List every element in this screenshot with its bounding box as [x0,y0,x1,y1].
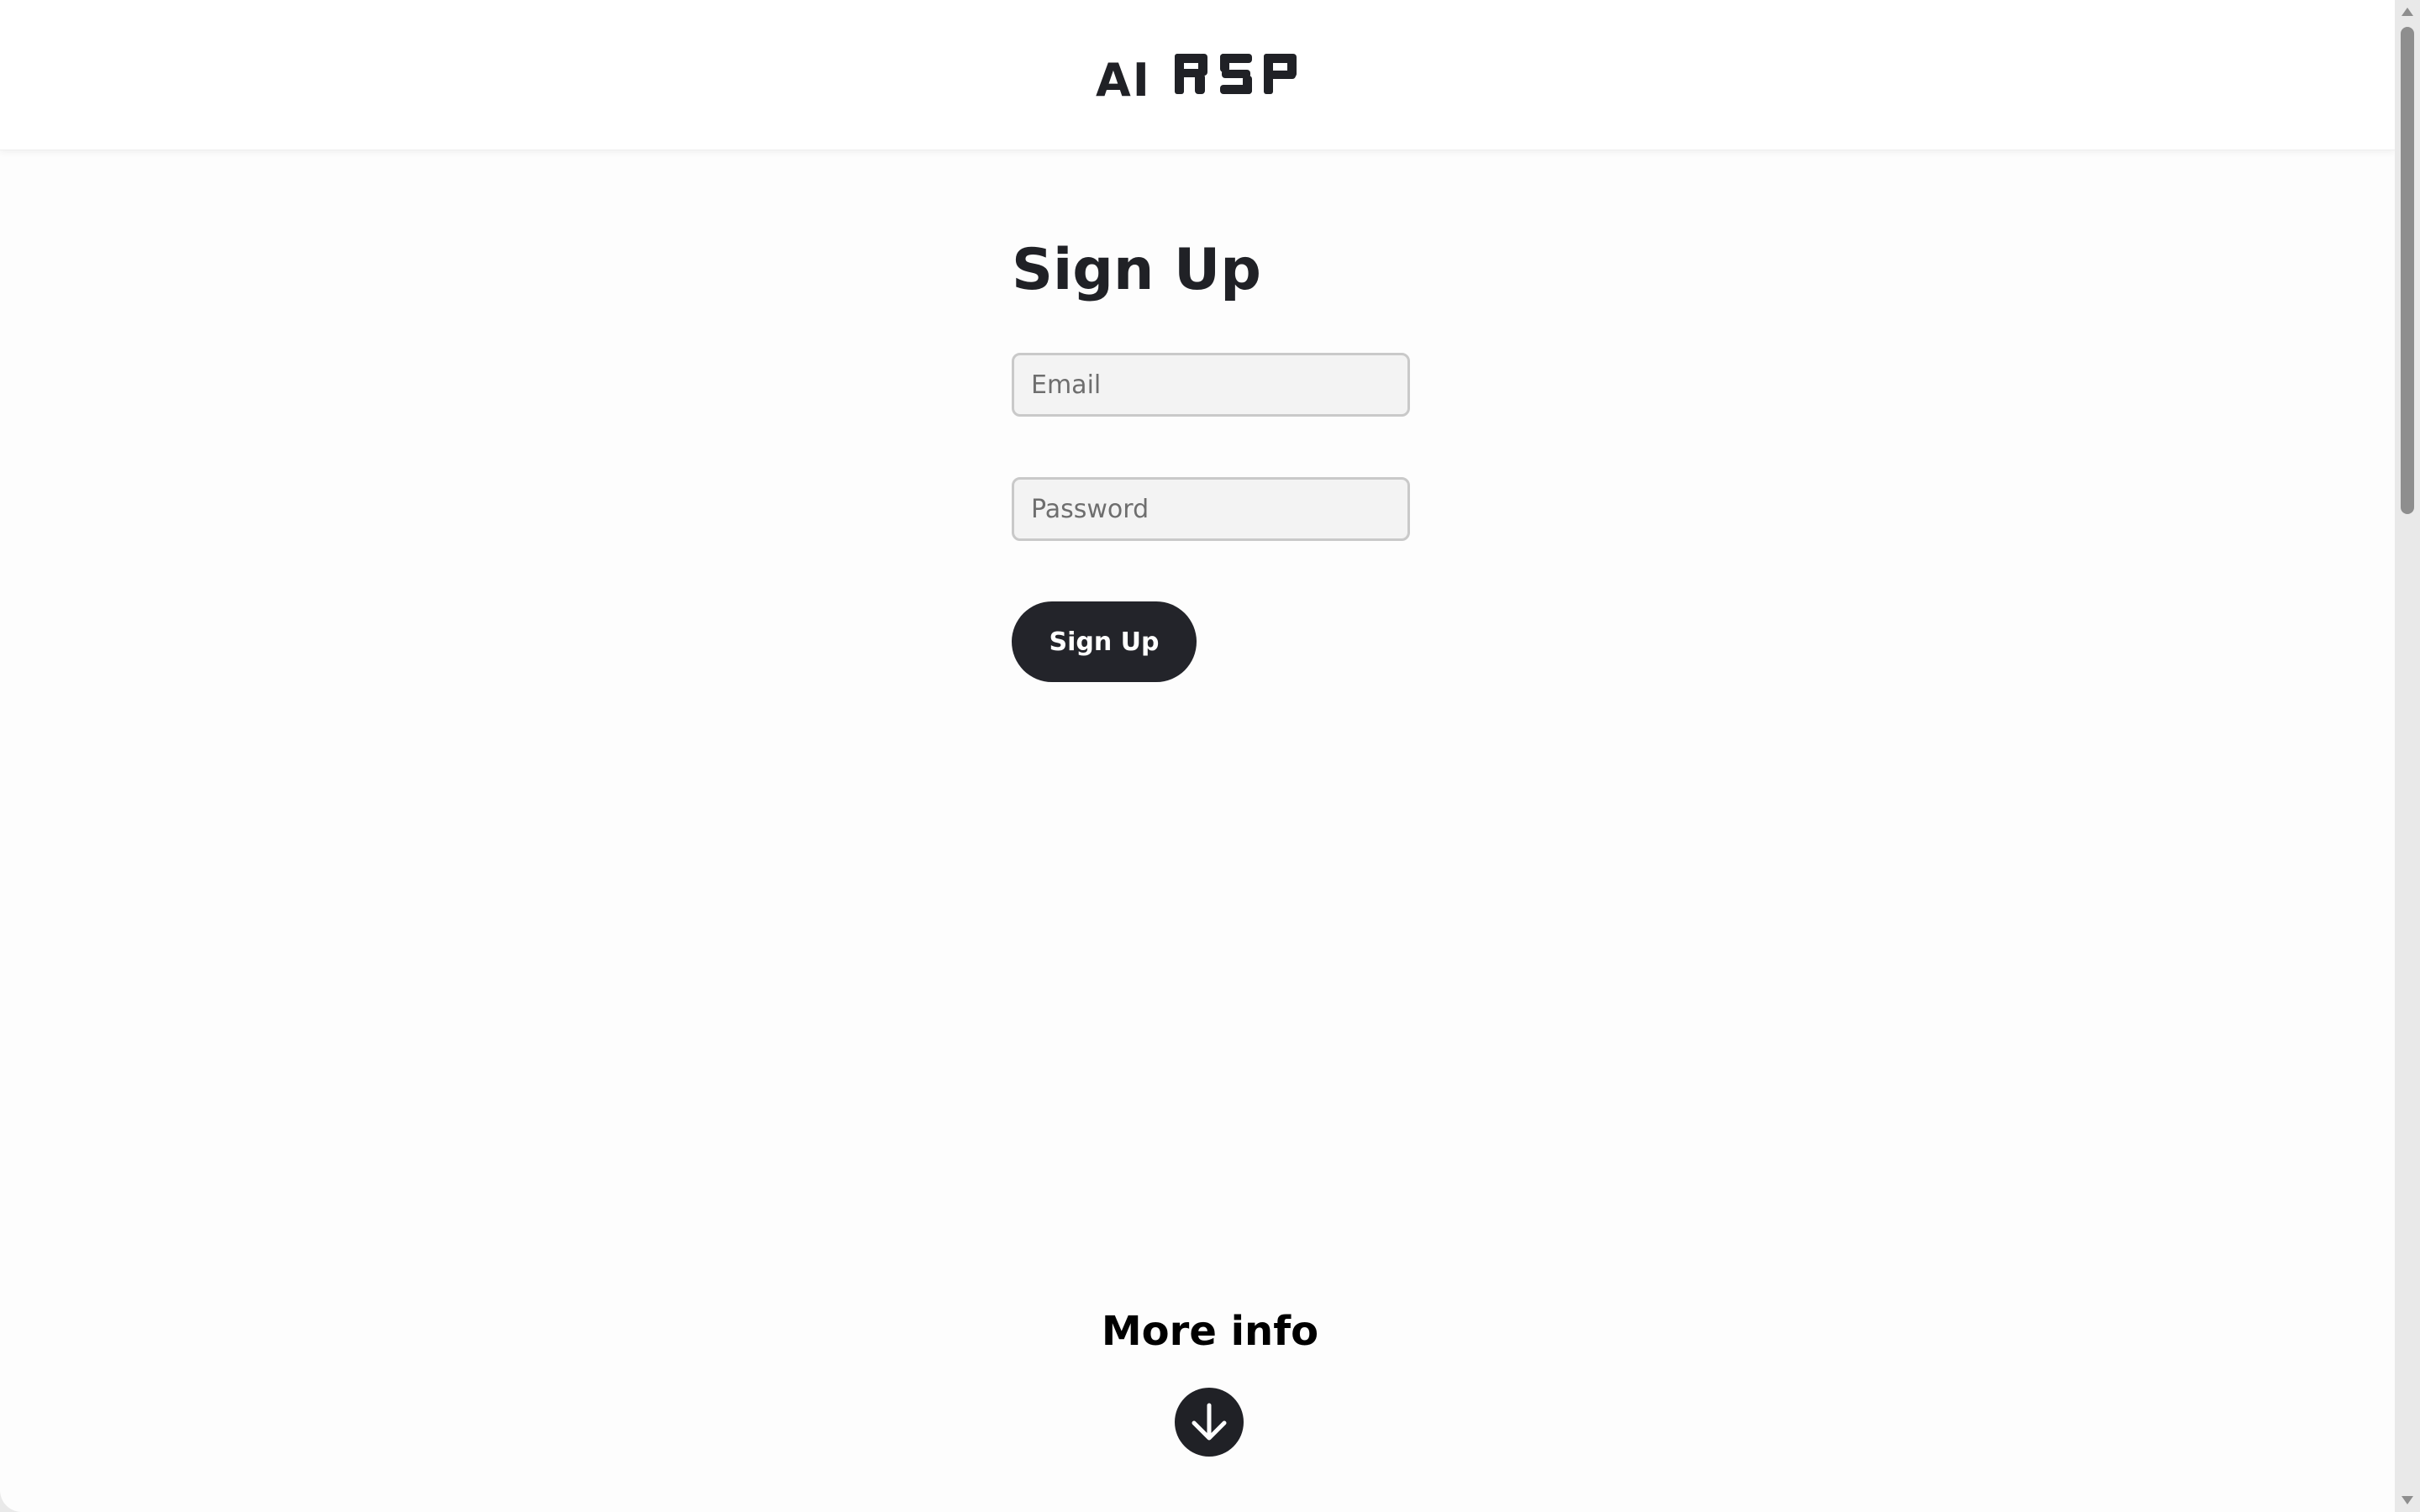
vertical-scrollbar[interactable] [2395,0,2420,1512]
page-title: Sign Up [1012,237,1261,303]
password-field[interactable] [1012,477,1410,541]
logo-rsp-mark [1174,54,1297,94]
more-info-label: More info [1101,1308,1319,1355]
arrow-down-icon [1192,1403,1227,1441]
sign-up-button[interactable]: Sign Up [1012,601,1197,682]
more-info-button[interactable] [1175,1388,1244,1457]
logo-text: AI [1096,54,1151,107]
email-field[interactable] [1012,353,1410,417]
site-logo[interactable]: AI [1096,47,1299,106]
scrollbar-thumb[interactable] [2401,27,2414,514]
scroll-up-arrow-icon[interactable] [2399,3,2416,20]
site-header: AI [0,0,2395,150]
scroll-down-arrow-icon[interactable] [2399,1492,2416,1509]
app-window: AI Sign Up Email Sign Up More info [0,0,2395,1512]
